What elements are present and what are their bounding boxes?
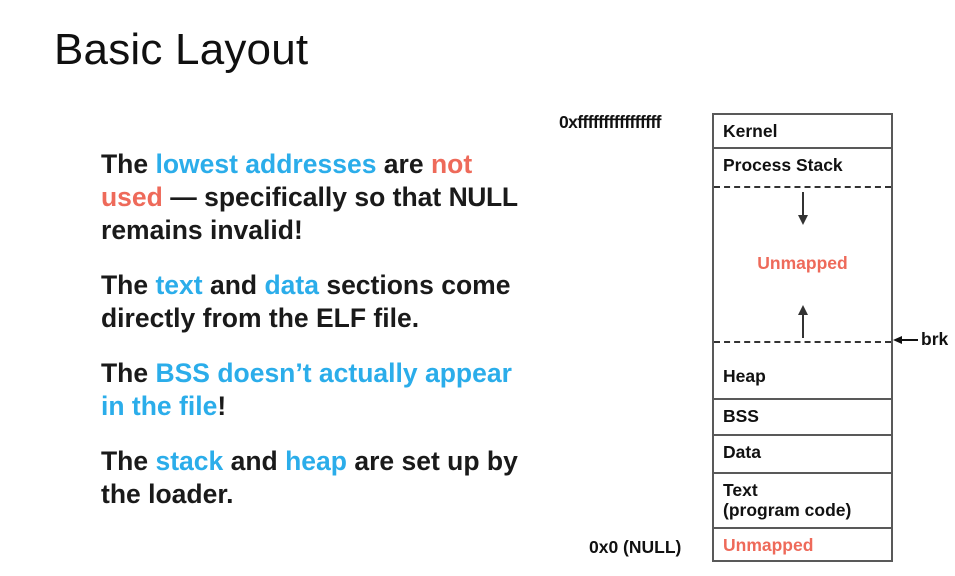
text-segment-null-literal: NULL bbox=[448, 182, 518, 212]
memory-region-unmapped-upper: Unmapped bbox=[714, 188, 891, 343]
memory-region-data: Data bbox=[714, 436, 891, 474]
memory-region-heap: Heap bbox=[714, 343, 891, 400]
memory-region-text: Text (program code) bbox=[714, 474, 891, 529]
memory-region-label: Heap bbox=[723, 366, 766, 386]
brk-label: brk bbox=[921, 329, 949, 349]
memory-layout-diagram: 0xffffffffffffffff 0x0 (NULL) brk Kernel… bbox=[556, 104, 955, 570]
top-address-label: 0xffffffffffffffff bbox=[559, 112, 662, 132]
text-segment-stack: stack bbox=[155, 446, 224, 476]
text-segment: ! bbox=[217, 391, 227, 421]
text-segment: The bbox=[101, 358, 156, 388]
memory-region-label: Process Stack bbox=[723, 155, 843, 175]
left-arrow-icon bbox=[893, 335, 918, 344]
paragraph-text-data: The text and data sections come directly… bbox=[101, 269, 526, 335]
text-segment-bss: BSS doesn’t actually appear in the file bbox=[101, 358, 512, 421]
text-segment: remains invalid! bbox=[101, 215, 303, 245]
body-text-block: The lowest addresses are not used — spec… bbox=[101, 148, 526, 511]
text-segment: The bbox=[101, 446, 156, 476]
text-segment: are bbox=[376, 149, 431, 179]
text-segment-heap: heap bbox=[285, 446, 347, 476]
memory-region-process-stack: Process Stack bbox=[714, 149, 891, 188]
memory-region-label: Kernel bbox=[723, 121, 778, 141]
stack-grows-down-arrow-icon bbox=[797, 192, 808, 225]
memory-region-bss: BSS bbox=[714, 400, 891, 436]
paragraph-lowest-addresses: The lowest addresses are not used — spec… bbox=[101, 148, 526, 247]
text-segment: and bbox=[223, 446, 286, 476]
bottom-address-label: 0x0 (NULL) bbox=[589, 537, 682, 557]
memory-region-label: Unmapped bbox=[723, 535, 814, 555]
memory-regions-box: Kernel Process Stack Unmapped Heap BSS D… bbox=[712, 113, 893, 562]
heap-grows-up-arrow-icon bbox=[797, 305, 808, 338]
text-segment: — specifically so that bbox=[162, 182, 449, 212]
memory-region-label: BSS bbox=[723, 406, 759, 426]
memory-region-kernel: Kernel bbox=[714, 115, 891, 149]
text-segment: The bbox=[101, 149, 156, 179]
text-segment-text-section: text bbox=[155, 270, 203, 300]
text-segment: and bbox=[202, 270, 265, 300]
memory-region-unmapped-lower: Unmapped bbox=[714, 529, 891, 564]
page-title: Basic Layout bbox=[54, 25, 309, 74]
paragraph-stack-heap: The stack and heap are set up by the loa… bbox=[101, 445, 526, 511]
text-segment-lowest-addresses: lowest addresses bbox=[155, 149, 377, 179]
memory-region-label: Unmapped bbox=[757, 253, 848, 273]
text-segment: The bbox=[101, 270, 156, 300]
text-segment-data-section: data bbox=[264, 270, 319, 300]
paragraph-bss: The BSS doesn’t actually appear in the f… bbox=[101, 357, 526, 423]
memory-region-label: Data bbox=[723, 442, 761, 462]
brk-pointer-marker: brk bbox=[893, 329, 948, 350]
memory-region-label: Text (program code) bbox=[723, 480, 852, 520]
